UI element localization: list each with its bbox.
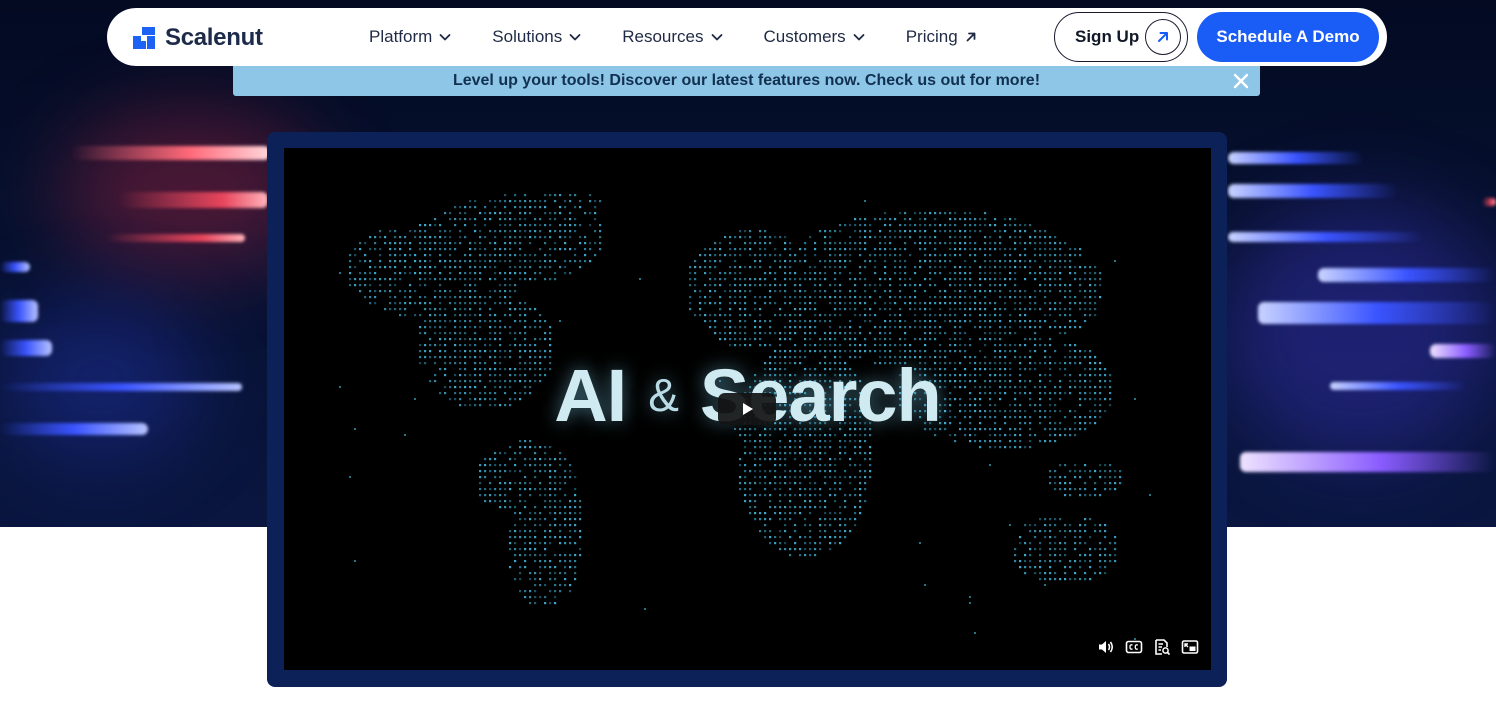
play-icon — [743, 403, 753, 415]
chevron-down-icon — [853, 34, 865, 41]
arrow-up-right-icon — [1145, 19, 1181, 55]
schedule-demo-button[interactable]: Schedule A Demo — [1197, 12, 1379, 62]
announcement-text[interactable]: Level up your tools! Discover our latest… — [453, 72, 1040, 90]
nav-item-platform[interactable]: Platform — [369, 27, 452, 47]
nav-item-label: Solutions — [492, 27, 563, 46]
close-icon[interactable] — [1232, 72, 1250, 90]
video-frame: AI & Search — [267, 132, 1227, 687]
transcript-icon[interactable] — [1153, 638, 1171, 656]
nav-item-label: Pricing — [905, 27, 958, 46]
video-player[interactable]: AI & Search — [284, 148, 1211, 670]
logo[interactable]: Scalenut — [133, 24, 263, 52]
chevron-down-icon — [439, 34, 451, 41]
sign-up-button[interactable]: Sign Up — [1054, 12, 1188, 62]
sign-up-label: Sign Up — [1075, 27, 1140, 46]
video-title-left: AI — [554, 354, 627, 437]
captions-icon[interactable] — [1125, 638, 1143, 656]
nav-item-label: Customers — [763, 27, 846, 46]
announcement-bar: Level up your tools! Discover our latest… — [233, 66, 1260, 96]
nav-item-resources[interactable]: Resources — [622, 27, 723, 47]
brand-name: Scalenut — [165, 24, 263, 51]
scalenut-logo-icon — [133, 27, 155, 49]
nav-item-label: Platform — [369, 27, 433, 46]
play-button[interactable] — [718, 393, 776, 425]
video-title-amp: & — [648, 369, 679, 421]
nav-item-solutions[interactable]: Solutions — [492, 27, 582, 47]
arrow-up-right-icon — [966, 32, 976, 42]
video-controls — [1097, 638, 1199, 656]
nav-item-label: Resources — [622, 27, 704, 46]
nav-links: Platform Solutions Resources Customers P… — [369, 8, 1018, 66]
chevron-down-icon — [569, 34, 581, 41]
volume-icon[interactable] — [1097, 638, 1115, 656]
nav-item-pricing[interactable]: Pricing — [906, 27, 978, 47]
picture-in-picture-icon[interactable] — [1181, 638, 1199, 656]
nav-item-customers[interactable]: Customers — [764, 27, 866, 47]
chevron-down-icon — [711, 34, 722, 41]
navbar: Scalenut Platform Solutions Resources Cu… — [107, 8, 1387, 66]
